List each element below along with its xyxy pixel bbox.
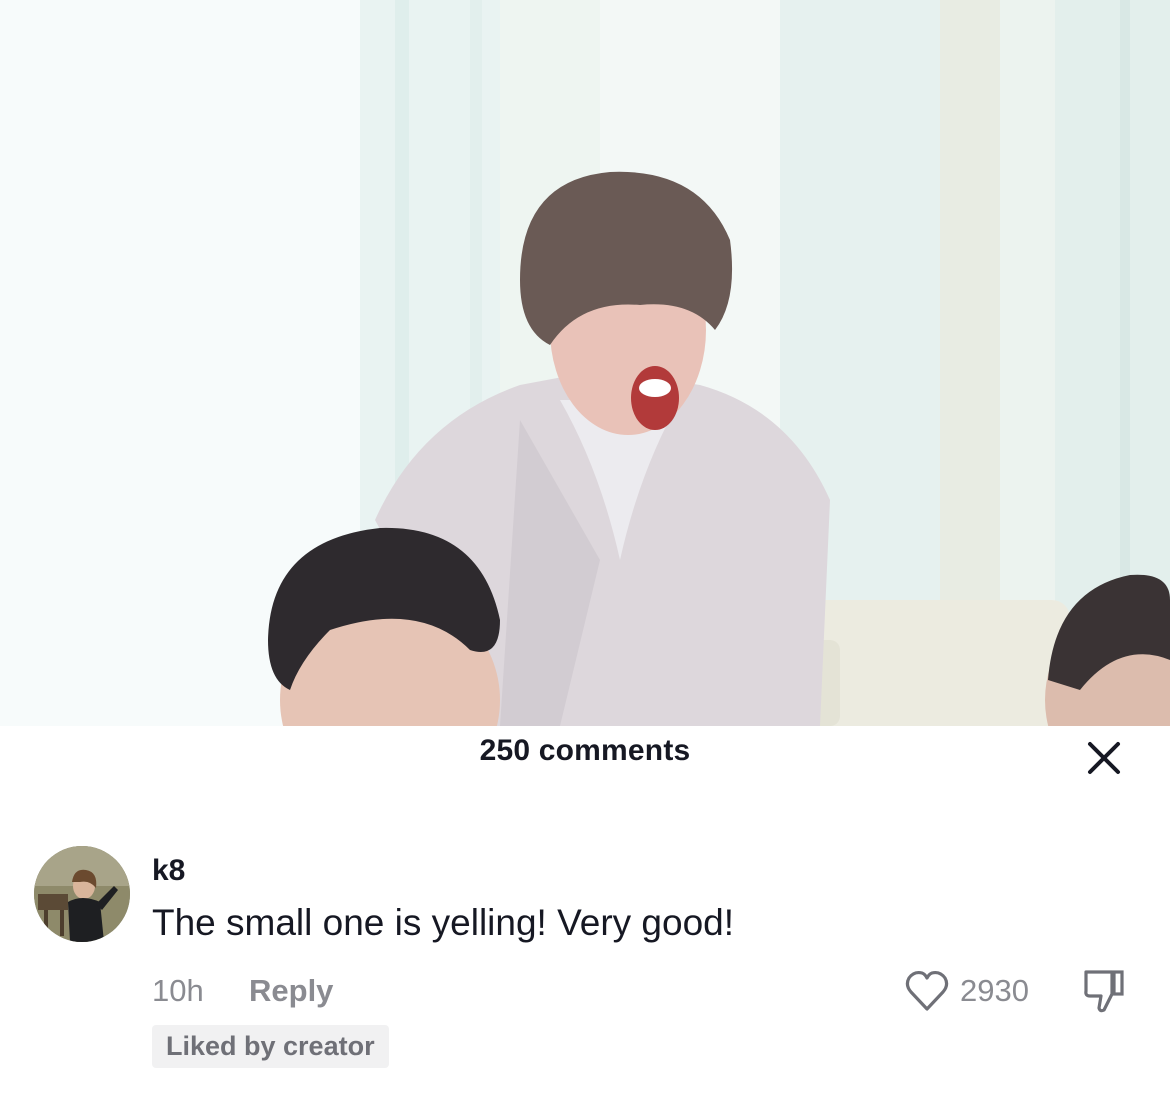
close-icon [1088,742,1120,774]
comments-sheet: 250 comments k8 The small one is yelling… [0,726,1170,1098]
close-button[interactable] [1082,736,1126,780]
reply-button[interactable]: Reply [249,973,333,1009]
like-button[interactable] [904,969,950,1013]
comment-username[interactable]: k8 [152,854,185,888]
heart-outline-icon [905,970,949,1011]
comment-timestamp: 10h [152,973,204,1008]
avatar[interactable] [34,846,130,942]
dislike-button[interactable] [1080,966,1128,1016]
like-count: 2930 [960,973,1029,1008]
thumbs-down-icon [1084,970,1124,1013]
comment-text: The small one is yelling! Very good! [152,902,735,943]
video-player[interactable] [0,0,1170,726]
video-frame-image [0,0,1170,726]
comments-title: 250 comments [479,734,691,767]
avatar-image [34,846,130,942]
liked-by-creator-badge: Liked by creator [152,1025,389,1068]
